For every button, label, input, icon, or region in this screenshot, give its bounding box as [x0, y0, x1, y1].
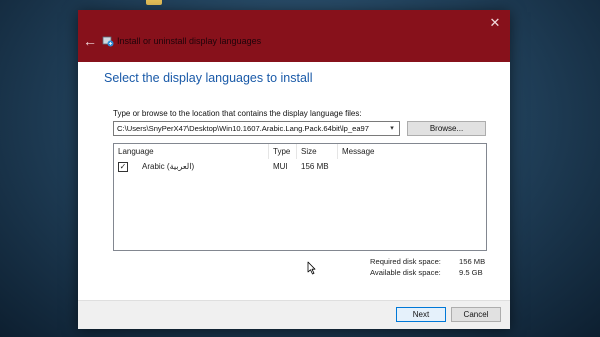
language-checkbox[interactable]: ✓ — [118, 162, 128, 172]
required-disk-label: Required disk space: — [370, 257, 441, 266]
disk-space-values: 156 MB 9.5 GB — [459, 256, 485, 278]
next-button[interactable]: Next — [396, 307, 446, 322]
language-type: MUI — [273, 162, 288, 171]
title-bar: ✕ ← Install or uninstall display languag… — [78, 10, 510, 62]
back-arrow-icon[interactable]: ← — [82, 33, 98, 49]
language-install-icon — [102, 36, 114, 47]
close-icon[interactable]: ✕ — [486, 14, 504, 32]
column-header-message[interactable]: Message — [338, 144, 448, 159]
language-list: Language Type Size Message ✓ Arabic (الع… — [113, 143, 487, 251]
browse-button[interactable]: Browse... — [407, 121, 486, 136]
cancel-button[interactable]: Cancel — [451, 307, 501, 322]
column-header-language[interactable]: Language — [114, 144, 269, 159]
required-disk-value: 156 MB — [459, 257, 486, 266]
list-item[interactable]: ✓ Arabic (العربية) MUI 156 MB — [114, 161, 486, 175]
column-header-type[interactable]: Type — [269, 144, 297, 159]
path-value[interactable]: C:\Users\SnyPerX47\Desktop\Win10.1607.Ar… — [117, 124, 385, 133]
available-disk-value: 9.5 GB — [459, 268, 483, 277]
language-size: 156 MB — [301, 162, 329, 171]
window-title: Install or uninstall display languages — [117, 36, 262, 46]
path-combobox[interactable]: C:\Users\SnyPerX47\Desktop\Win10.1607.Ar… — [113, 121, 400, 136]
disk-space-labels: Required disk space: Available disk spac… — [370, 256, 441, 278]
available-disk-label: Available disk space: — [370, 268, 441, 277]
list-header: Language Type Size Message — [114, 144, 486, 159]
column-header-size[interactable]: Size — [297, 144, 338, 159]
chevron-down-icon[interactable]: ▾ — [387, 123, 397, 134]
page-heading: Select the display languages to install — [104, 71, 313, 85]
desktop-folder-icon — [146, 0, 162, 5]
path-label: Type or browse to the location that cont… — [113, 109, 362, 118]
install-languages-dialog: ✕ ← Install or uninstall display languag… — [78, 10, 510, 329]
mouse-cursor-icon — [307, 261, 316, 275]
dialog-footer: Next Cancel — [78, 300, 510, 329]
language-name: Arabic (العربية) — [142, 162, 195, 171]
